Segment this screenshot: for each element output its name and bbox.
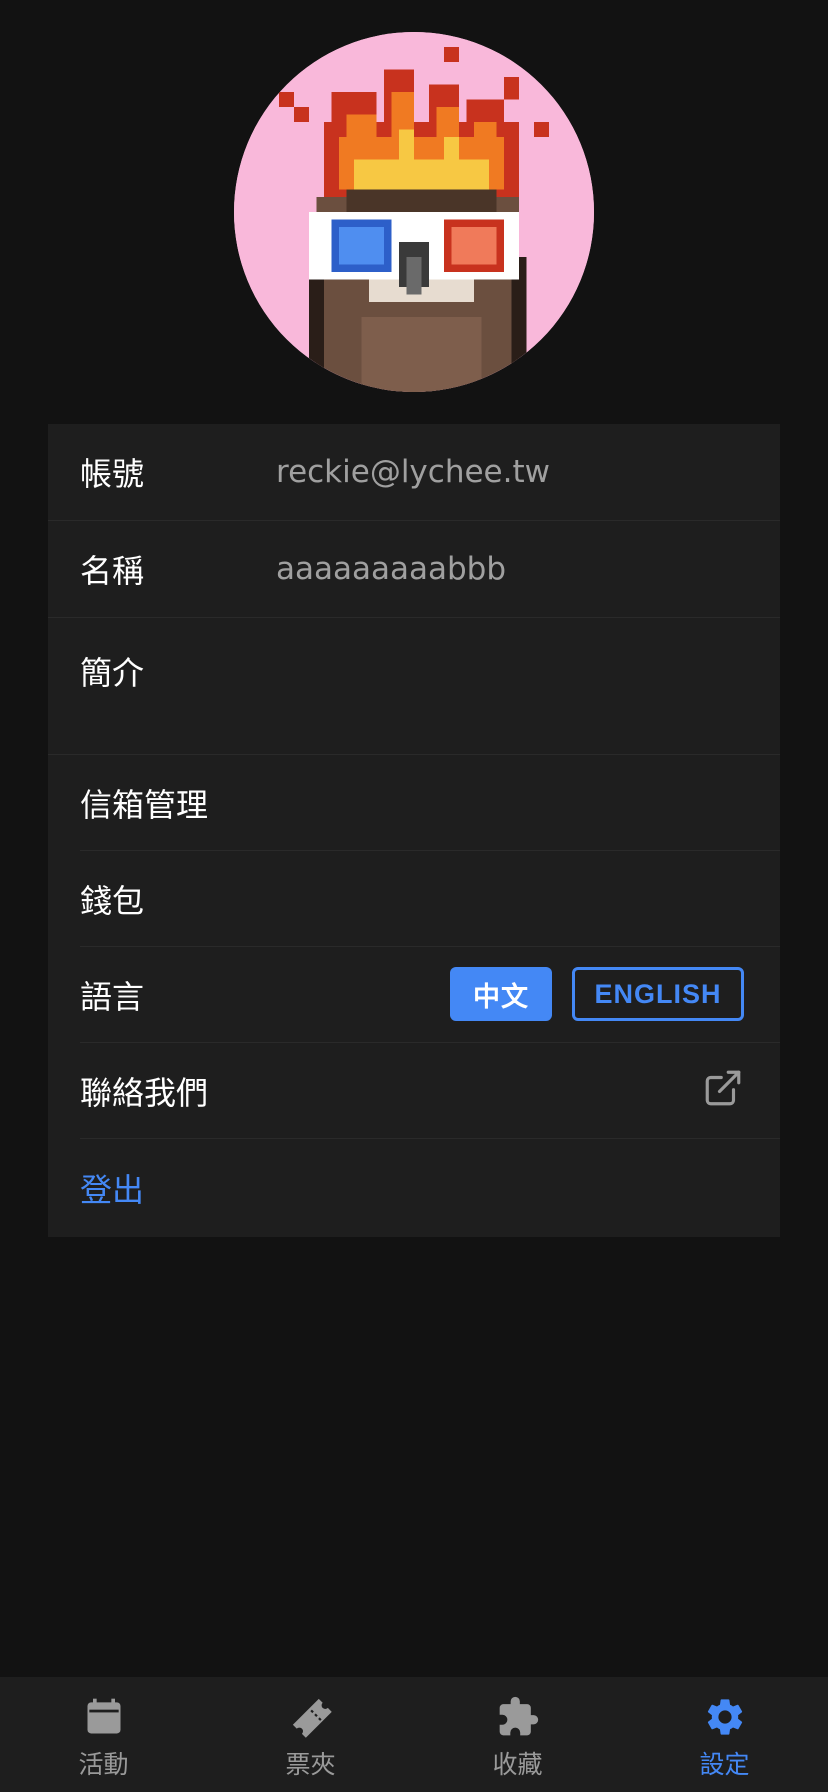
ticket-icon bbox=[292, 1698, 332, 1738]
language-row: 語言 中文 ENGLISH bbox=[48, 947, 780, 1042]
tab-label: 票夾 bbox=[285, 1750, 336, 1779]
logout-button[interactable]: 登出 bbox=[80, 1165, 144, 1211]
avatar[interactable] bbox=[234, 32, 594, 392]
tab-collection[interactable]: 收藏 bbox=[414, 1677, 621, 1792]
external-link-icon[interactable] bbox=[702, 1067, 744, 1109]
language-en-button[interactable]: ENGLISH bbox=[572, 967, 744, 1021]
account-label: 帳號 bbox=[80, 455, 145, 493]
tab-label: 收藏 bbox=[492, 1750, 543, 1779]
settings-page: 帳號 reckie@lychee.tw 名稱 aaaaaaaaabbb 簡介 信… bbox=[0, 0, 828, 1792]
language-label: 語言 bbox=[80, 977, 145, 1016]
contact-us-row[interactable]: 聯絡我們 bbox=[48, 1043, 780, 1138]
language-zh-button[interactable]: 中文 bbox=[450, 967, 552, 1021]
tab-label: 設定 bbox=[699, 1750, 750, 1779]
mailbox-management-row[interactable]: 信箱管理 bbox=[48, 755, 780, 850]
tab-settings[interactable]: 設定 bbox=[621, 1677, 828, 1792]
logout-row[interactable]: 登出 bbox=[48, 1139, 780, 1237]
wallet-row[interactable]: 錢包 bbox=[48, 851, 780, 946]
wallet-label: 錢包 bbox=[80, 881, 145, 920]
avatar-pixel-art bbox=[234, 32, 594, 392]
account-value: reckie@lychee.tw bbox=[276, 454, 550, 490]
name-value[interactable]: aaaaaaaaabbb bbox=[276, 551, 506, 587]
tab-label: 活動 bbox=[78, 1750, 129, 1779]
mailbox-management-label: 信箱管理 bbox=[80, 785, 209, 824]
contact-us-label: 聯絡我們 bbox=[80, 1073, 209, 1112]
settings-card: 帳號 reckie@lychee.tw 名稱 aaaaaaaaabbb 簡介 信… bbox=[48, 424, 780, 1237]
puzzle-icon bbox=[499, 1696, 539, 1736]
bio-label: 簡介 bbox=[80, 654, 145, 692]
account-row: 帳號 reckie@lychee.tw bbox=[48, 424, 780, 520]
bottom-tab-bar: 活動 票夾 收藏 設定 bbox=[0, 1677, 828, 1792]
tab-tickets[interactable]: 票夾 bbox=[207, 1677, 414, 1792]
calendar-icon bbox=[87, 1698, 121, 1734]
gear-icon bbox=[707, 1699, 743, 1735]
name-row[interactable]: 名稱 aaaaaaaaabbb bbox=[48, 521, 780, 617]
tab-events[interactable]: 活動 bbox=[0, 1677, 207, 1792]
name-label: 名稱 bbox=[80, 552, 145, 590]
bio-row[interactable]: 簡介 bbox=[48, 618, 780, 753]
